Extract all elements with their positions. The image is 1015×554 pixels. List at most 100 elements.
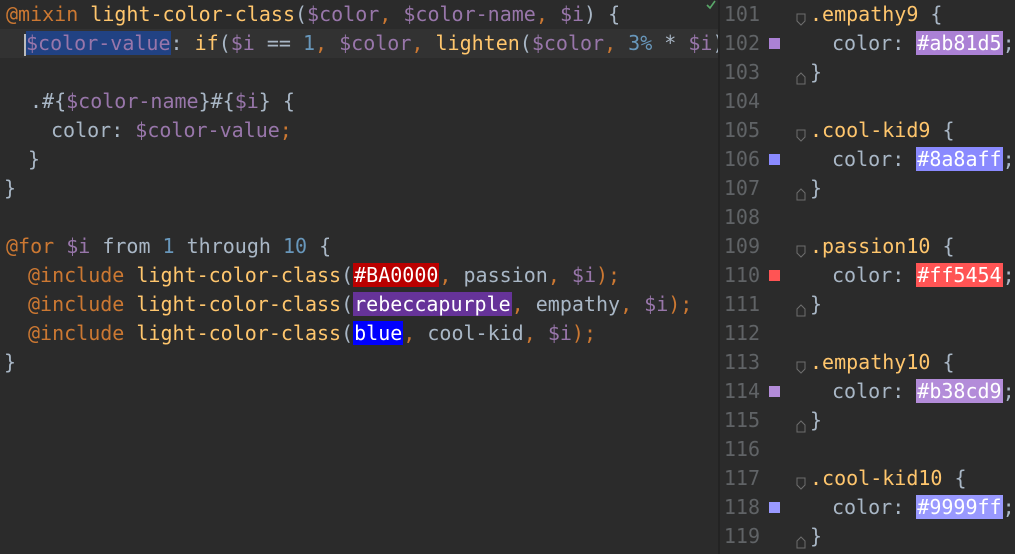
line-number: 119 xyxy=(723,524,760,548)
code-line-for-loop[interactable]: @for $i from 1 through 10 { xyxy=(6,232,331,261)
css-declaration-line: color: #ff5454; xyxy=(832,261,1015,290)
fold-open-icon[interactable] xyxy=(796,8,806,26)
semicolon: ; xyxy=(1002,379,1015,403)
property-name: color: xyxy=(832,263,917,287)
property-name: color: xyxy=(832,379,917,403)
comma: , xyxy=(511,292,536,316)
css-close-brace: } xyxy=(810,292,823,316)
code-line-color-prop[interactable]: color: $color-value; xyxy=(51,116,292,145)
fold-open-icon[interactable] xyxy=(796,240,806,258)
param-i: $i xyxy=(559,2,585,26)
fold-close-icon[interactable] xyxy=(796,298,806,317)
paren: ( xyxy=(341,263,354,287)
css-selector: .cool-kid10 xyxy=(810,466,943,490)
check-icon xyxy=(706,0,716,10)
mixin-keyword: @mixin xyxy=(6,2,79,26)
var-i: $i xyxy=(644,292,669,316)
include-keyword: @include xyxy=(28,263,125,287)
code-line-close-brace[interactable]: } xyxy=(4,174,16,203)
hex-value: #9999ff xyxy=(916,495,1003,519)
paren: ( xyxy=(218,31,231,55)
code-line-include-passion[interactable]: @include light-color-class(#BA0000, pass… xyxy=(28,261,620,290)
include-keyword: @include xyxy=(28,292,125,316)
colon: : xyxy=(170,31,195,55)
comma: , xyxy=(604,31,629,55)
var-color-name: $color-name xyxy=(66,89,199,113)
number: 10 xyxy=(270,234,308,258)
comma: , xyxy=(403,321,428,345)
property-name: color: xyxy=(832,31,917,55)
line-number: 109 xyxy=(723,234,760,258)
selected-variable[interactable]: $color-value xyxy=(26,31,171,55)
property-name: color: xyxy=(832,147,917,171)
mixin-call: light-color-class xyxy=(124,321,342,345)
include-keyword: @include xyxy=(28,321,125,345)
var-i: $i xyxy=(688,31,713,55)
fold-close-icon[interactable] xyxy=(796,414,806,433)
line-number: 104 xyxy=(723,89,760,113)
comma: , xyxy=(379,2,404,26)
line-number: 114 xyxy=(723,379,760,403)
mixin-name: light-color-class xyxy=(90,2,295,26)
scss-editor-pane[interactable]: @mixin light-color-class($color, $color-… xyxy=(0,0,749,554)
semicolon: ; xyxy=(1002,263,1015,287)
paren-brace: ) { xyxy=(584,2,621,26)
css-selector-line: .empathy9 { xyxy=(810,0,942,29)
code-line-color-value[interactable]: $color-value: if($i == 1, $color, lighte… xyxy=(24,29,749,58)
mixin-call: light-color-class xyxy=(124,292,342,316)
paren-semicolon: ); xyxy=(571,321,596,345)
semicolon: ; xyxy=(1002,147,1015,171)
code-line-close-brace[interactable]: } xyxy=(28,145,40,174)
line-number: 117 xyxy=(723,466,760,490)
if-function: if xyxy=(194,31,219,55)
paren-semicolon: ); xyxy=(596,263,621,287)
hex-value: #b38cd9 xyxy=(916,379,1003,403)
color-swatch-icon[interactable] xyxy=(769,154,780,165)
color-swatch-icon[interactable] xyxy=(769,38,780,49)
css-close-brace: } xyxy=(810,524,823,548)
css-selector: .passion10 xyxy=(810,234,931,258)
color-swatch-icon[interactable] xyxy=(769,270,780,281)
brace: { xyxy=(918,2,943,26)
color-chip-passion: #BA0000 xyxy=(353,263,440,287)
css-output-pane[interactable]: 101 .empathy9 {102 color: #ab81d5; 103} 104 1… xyxy=(720,0,1015,554)
operator: * xyxy=(652,31,689,55)
fold-open-icon[interactable] xyxy=(796,124,806,142)
code-line-include-empathy[interactable]: @include light-color-class(rebeccapurple… xyxy=(28,290,692,319)
fold-close-icon[interactable] xyxy=(796,182,806,201)
line-number: 113 xyxy=(723,350,760,374)
code-line-include-cool-kid[interactable]: @include light-color-class(blue, cool-ki… xyxy=(28,319,596,348)
line-number: 103 xyxy=(723,60,760,84)
line-number: 101 xyxy=(723,2,760,26)
code-line-selector[interactable]: .#{$color-name}#{$i} { xyxy=(30,87,295,116)
var-color: $color xyxy=(339,31,412,55)
line-number: 112 xyxy=(723,321,760,345)
color-chip-cool-kid: blue xyxy=(353,321,404,345)
line-number: 111 xyxy=(723,292,760,316)
fold-close-icon[interactable] xyxy=(796,66,806,85)
arg-name: cool-kid xyxy=(427,321,524,345)
fold-open-icon[interactable] xyxy=(796,472,806,490)
code-line-close-brace[interactable]: } xyxy=(4,348,16,377)
brace: { xyxy=(930,118,955,142)
code-line-mixin[interactable]: @mixin light-color-class($color, $color-… xyxy=(6,0,620,29)
color-swatch-icon[interactable] xyxy=(769,502,780,513)
comma: , xyxy=(523,321,548,345)
semicolon: ; xyxy=(1002,495,1015,519)
css-selector: .cool-kid9 xyxy=(810,118,931,142)
var-color: $color xyxy=(531,31,605,55)
arg-name: passion xyxy=(463,263,548,287)
comma: , xyxy=(620,292,645,316)
color-swatch-icon[interactable] xyxy=(769,386,780,397)
css-declaration-line: color: #ab81d5; xyxy=(832,29,1015,58)
var-i: $i xyxy=(571,263,596,287)
var-i: $i xyxy=(54,234,103,258)
brace: { xyxy=(307,234,332,258)
interp-mid: }#{ xyxy=(198,89,235,113)
hex-value: #ff5454 xyxy=(916,263,1003,287)
property-name: color: xyxy=(51,118,136,142)
fold-open-icon[interactable] xyxy=(796,356,806,374)
fold-close-icon[interactable] xyxy=(796,530,806,549)
css-declaration-line: color: #9999ff; xyxy=(832,493,1015,522)
mixin-call: light-color-class xyxy=(124,263,342,287)
